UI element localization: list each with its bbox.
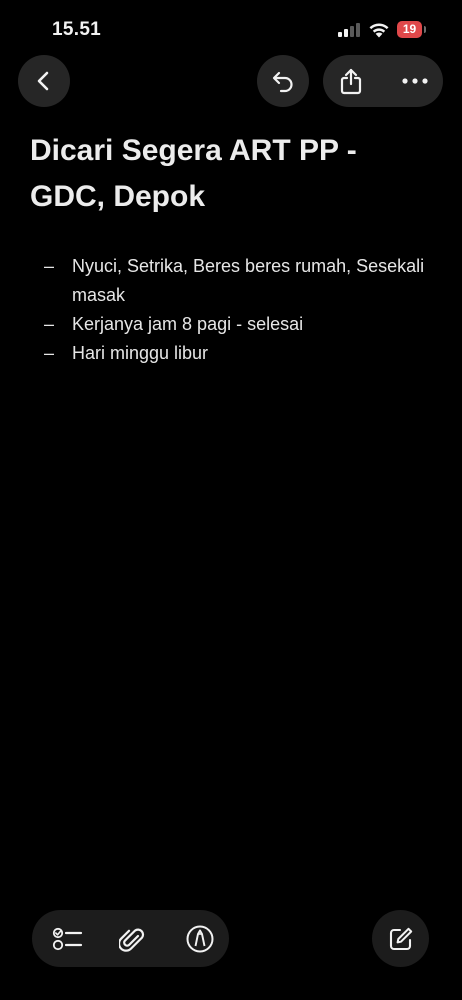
share-icon xyxy=(340,68,362,95)
wifi-icon xyxy=(368,21,390,38)
battery-icon: 19 xyxy=(397,21,426,38)
bottom-toolbar xyxy=(32,910,229,967)
list-item-text: Hari minggu libur xyxy=(72,343,209,363)
markup-button[interactable] xyxy=(174,910,226,967)
checklist-button[interactable] xyxy=(42,910,94,967)
attachment-button[interactable] xyxy=(106,910,158,967)
bullet-dash: – xyxy=(44,314,55,334)
note-title[interactable]: Dicari Segera ART PP - GDC, Depok xyxy=(30,128,430,220)
share-button[interactable] xyxy=(325,55,377,107)
bullet-dash: – xyxy=(44,256,55,276)
bullet-dash: – xyxy=(44,343,55,363)
pen-markup-icon xyxy=(186,925,214,952)
undo-icon xyxy=(272,71,293,93)
list-item[interactable]: – Kerjanya jam 8 pagi - selesai xyxy=(30,310,430,339)
list-item[interactable]: – Nyuci, Setrika, Beres beres rumah, Ses… xyxy=(30,252,430,310)
compose-icon xyxy=(389,927,412,950)
note-body-list[interactable]: – Nyuci, Setrika, Beres beres rumah, Ses… xyxy=(30,252,430,368)
list-item-text: Nyuci, Setrika, Beres beres rumah, Sesek… xyxy=(72,256,425,305)
cellular-signal-icon xyxy=(338,23,362,37)
undo-button[interactable] xyxy=(257,55,309,107)
paperclip-icon xyxy=(119,928,145,952)
chevron-left-icon xyxy=(37,71,49,91)
status-bar: 15.51 19 xyxy=(0,0,462,50)
more-button[interactable] xyxy=(389,55,441,107)
back-button[interactable] xyxy=(18,55,70,107)
ellipsis-icon xyxy=(402,78,428,84)
list-item-text: Kerjanya jam 8 pagi - selesai xyxy=(72,314,304,334)
status-time: 15.51 xyxy=(52,19,102,40)
battery-level: 19 xyxy=(397,21,422,38)
list-item[interactable]: – Hari minggu libur xyxy=(30,339,430,368)
actions-pill xyxy=(323,55,443,107)
checklist-icon xyxy=(52,927,83,950)
compose-button[interactable] xyxy=(372,910,429,967)
